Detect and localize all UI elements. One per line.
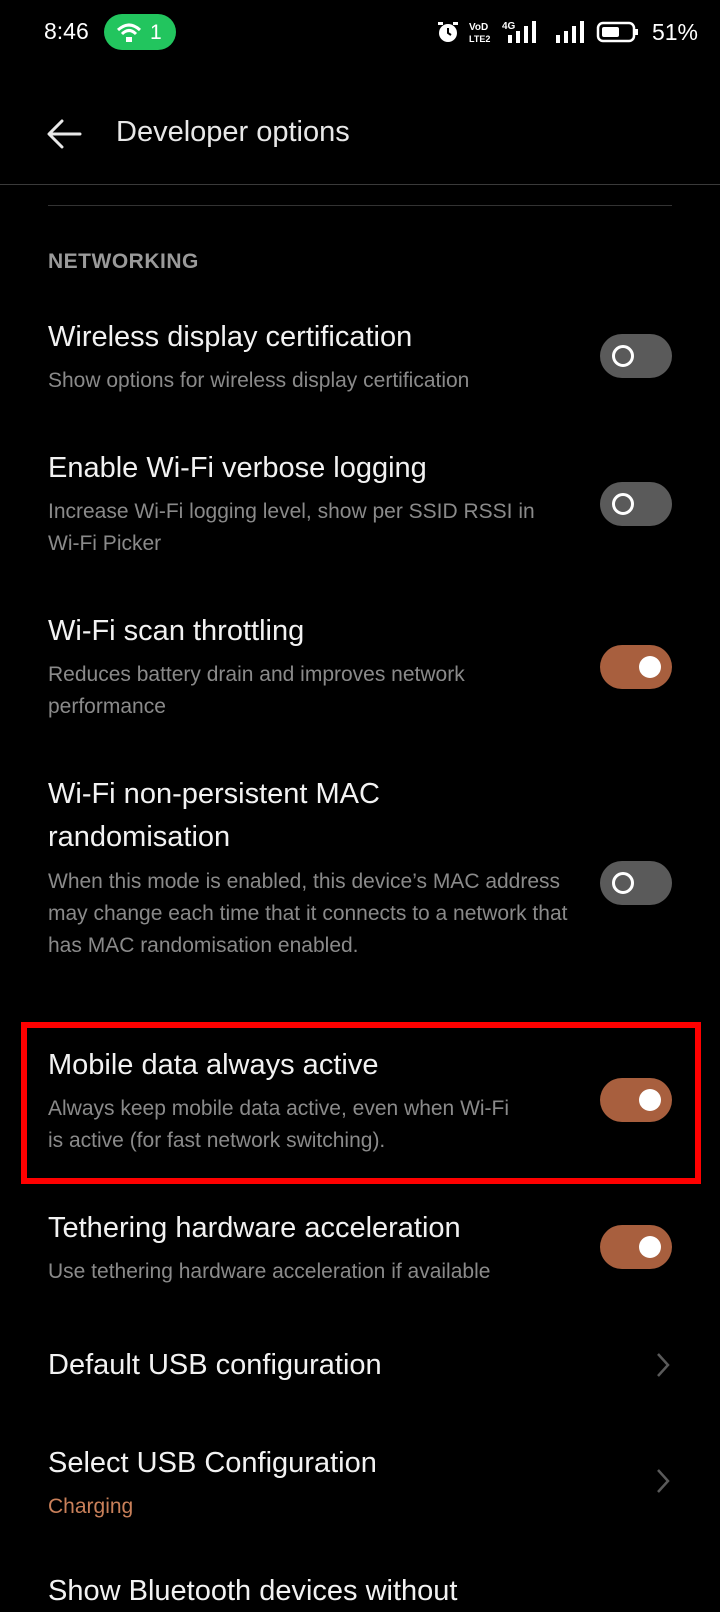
top-app-bar: Developer options <box>0 92 720 178</box>
setting-wifi-mac-randomisation[interactable]: Wi-Fi non-persistent MAC randomisation W… <box>0 773 720 993</box>
highlight-box <box>21 1022 701 1184</box>
hotspot-icon <box>116 23 142 42</box>
toggle-switch[interactable] <box>600 334 672 378</box>
setting-title: Wireless display certification <box>48 321 413 353</box>
battery-percent: 51% <box>651 18 698 45</box>
setting-title: Wi-Fi non-persistent MAC randomisation <box>48 778 380 853</box>
setting-default-usb-configuration[interactable]: Default USB configuration <box>0 1344 720 1404</box>
signal-4g-icon: 4G <box>502 21 536 43</box>
clock: 8:46 <box>44 18 89 44</box>
battery-icon <box>596 21 638 43</box>
setting-wireless-display-certification[interactable]: Wireless display certification Show opti… <box>0 316 720 402</box>
toggle-switch[interactable] <box>600 861 672 905</box>
volte-icon: VoD LTE2 <box>469 22 490 44</box>
toggle-switch[interactable] <box>600 645 672 689</box>
svg-text:VoD: VoD <box>469 22 488 33</box>
setting-title: Tethering hardware acceleration <box>48 1212 461 1244</box>
setting-value: Charging <box>48 1495 134 1518</box>
toolbar-divider <box>0 184 720 185</box>
status-bar: 8:46 1 VoD LTE2 4G 51% <box>0 0 720 66</box>
setting-subtitle: Show options for wireless display certif… <box>48 369 470 392</box>
setting-title: Show Bluetooth devices without <box>48 1575 458 1607</box>
setting-wifi-verbose-logging[interactable]: Enable Wi-Fi verbose logging Increase Wi… <box>0 447 720 567</box>
setting-select-usb-configuration[interactable]: Select USB Configuration Charging <box>0 1442 720 1532</box>
hotspot-indicator[interactable]: 1 <box>104 14 176 50</box>
page-title: Developer options <box>116 116 350 148</box>
toggle-switch[interactable] <box>600 482 672 526</box>
hotspot-count: 1 <box>150 21 162 44</box>
setting-title: Enable Wi-Fi verbose logging <box>48 452 427 484</box>
svg-text:4G: 4G <box>502 21 516 32</box>
svg-text:LTE2: LTE2 <box>469 34 490 44</box>
setting-subtitle: Reduces battery drain and improves netwo… <box>48 663 465 718</box>
section-divider <box>48 205 672 206</box>
arrow-left-icon[interactable] <box>44 116 84 152</box>
section-header-networking: NETWORKING <box>48 250 199 273</box>
chevron-right-icon <box>657 1353 670 1377</box>
status-icons: VoD LTE2 4G 51% <box>436 18 698 46</box>
toggle-switch[interactable] <box>600 1225 672 1269</box>
setting-title: Wi-Fi scan throttling <box>48 615 305 647</box>
alarm-icon <box>437 22 458 42</box>
setting-title: Default USB configuration <box>48 1349 382 1381</box>
signal-icon <box>555 21 584 43</box>
setting-subtitle: Increase Wi-Fi logging level, show per S… <box>48 500 535 555</box>
setting-title: Select USB Configuration <box>48 1447 377 1479</box>
setting-show-bluetooth-devices[interactable]: Show Bluetooth devices without <box>0 1570 720 1612</box>
setting-wifi-scan-throttling[interactable]: Wi-Fi scan throttling Reduces battery dr… <box>0 610 720 730</box>
setting-subtitle: When this mode is enabled, this device’s… <box>48 870 568 957</box>
setting-subtitle: Use tethering hardware acceleration if a… <box>48 1260 491 1283</box>
setting-tethering-hw-acceleration[interactable]: Tethering hardware acceleration Use teth… <box>0 1207 720 1293</box>
chevron-right-icon <box>657 1469 670 1493</box>
